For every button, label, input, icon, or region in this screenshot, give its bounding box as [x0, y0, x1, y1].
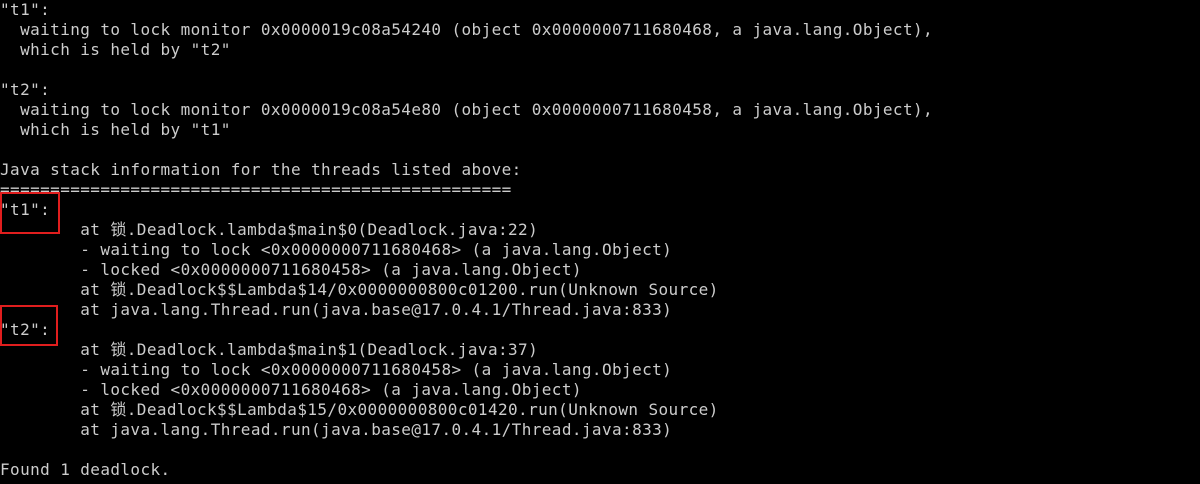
terminal-line-thread-t1-header: "t1":	[0, 0, 51, 19]
terminal-line-stack-t1-frame-1: at 锁.Deadlock.lambda$main$0(Deadlock.jav…	[0, 220, 539, 239]
highlight-box-t2	[0, 305, 58, 346]
highlight-box-t1	[0, 192, 60, 234]
terminal-line-stack-t2-frame-3: at java.lang.Thread.run(java.base@17.0.4…	[0, 420, 673, 439]
terminal-line-stack-t2-frame-1: at 锁.Deadlock.lambda$main$1(Deadlock.jav…	[0, 340, 539, 359]
terminal-line-stack-t2-frame-2: at 锁.Deadlock$$Lambda$15/0x0000000800c01…	[0, 400, 719, 419]
terminal-line-thread-t2-header: "t2":	[0, 80, 51, 99]
terminal-line-t1-waiting-monitor: waiting to lock monitor 0x0000019c08a542…	[0, 20, 934, 39]
terminal-line-t2-waiting-monitor: waiting to lock monitor 0x0000019c08a54e…	[0, 100, 934, 119]
terminal-line-separator: ========================================…	[0, 180, 512, 199]
terminal-line-stack-t1-frame-2: at 锁.Deadlock$$Lambda$14/0x0000000800c01…	[0, 280, 719, 299]
terminal-line-t2-held-by: which is held by "t1"	[0, 120, 231, 139]
terminal-line-stack-t2-waiting: - waiting to lock <0x0000000711680458> (…	[0, 360, 673, 379]
terminal-window[interactable]: "t1": waiting to lock monitor 0x0000019c…	[0, 0, 1200, 484]
terminal-line-deadlock-summary: Found 1 deadlock.	[0, 460, 171, 479]
terminal-line-stack-info-heading: Java stack information for the threads l…	[0, 160, 522, 179]
terminal-line-t1-held-by: which is held by "t2"	[0, 40, 231, 59]
terminal-line-stack-t1-waiting: - waiting to lock <0x0000000711680468> (…	[0, 240, 673, 259]
terminal-line-stack-t1-frame-3: at java.lang.Thread.run(java.base@17.0.4…	[0, 300, 673, 319]
terminal-line-stack-t1-locked: - locked <0x0000000711680458> (a java.la…	[0, 260, 582, 279]
terminal-line-stack-t2-locked: - locked <0x0000000711680468> (a java.la…	[0, 380, 582, 399]
